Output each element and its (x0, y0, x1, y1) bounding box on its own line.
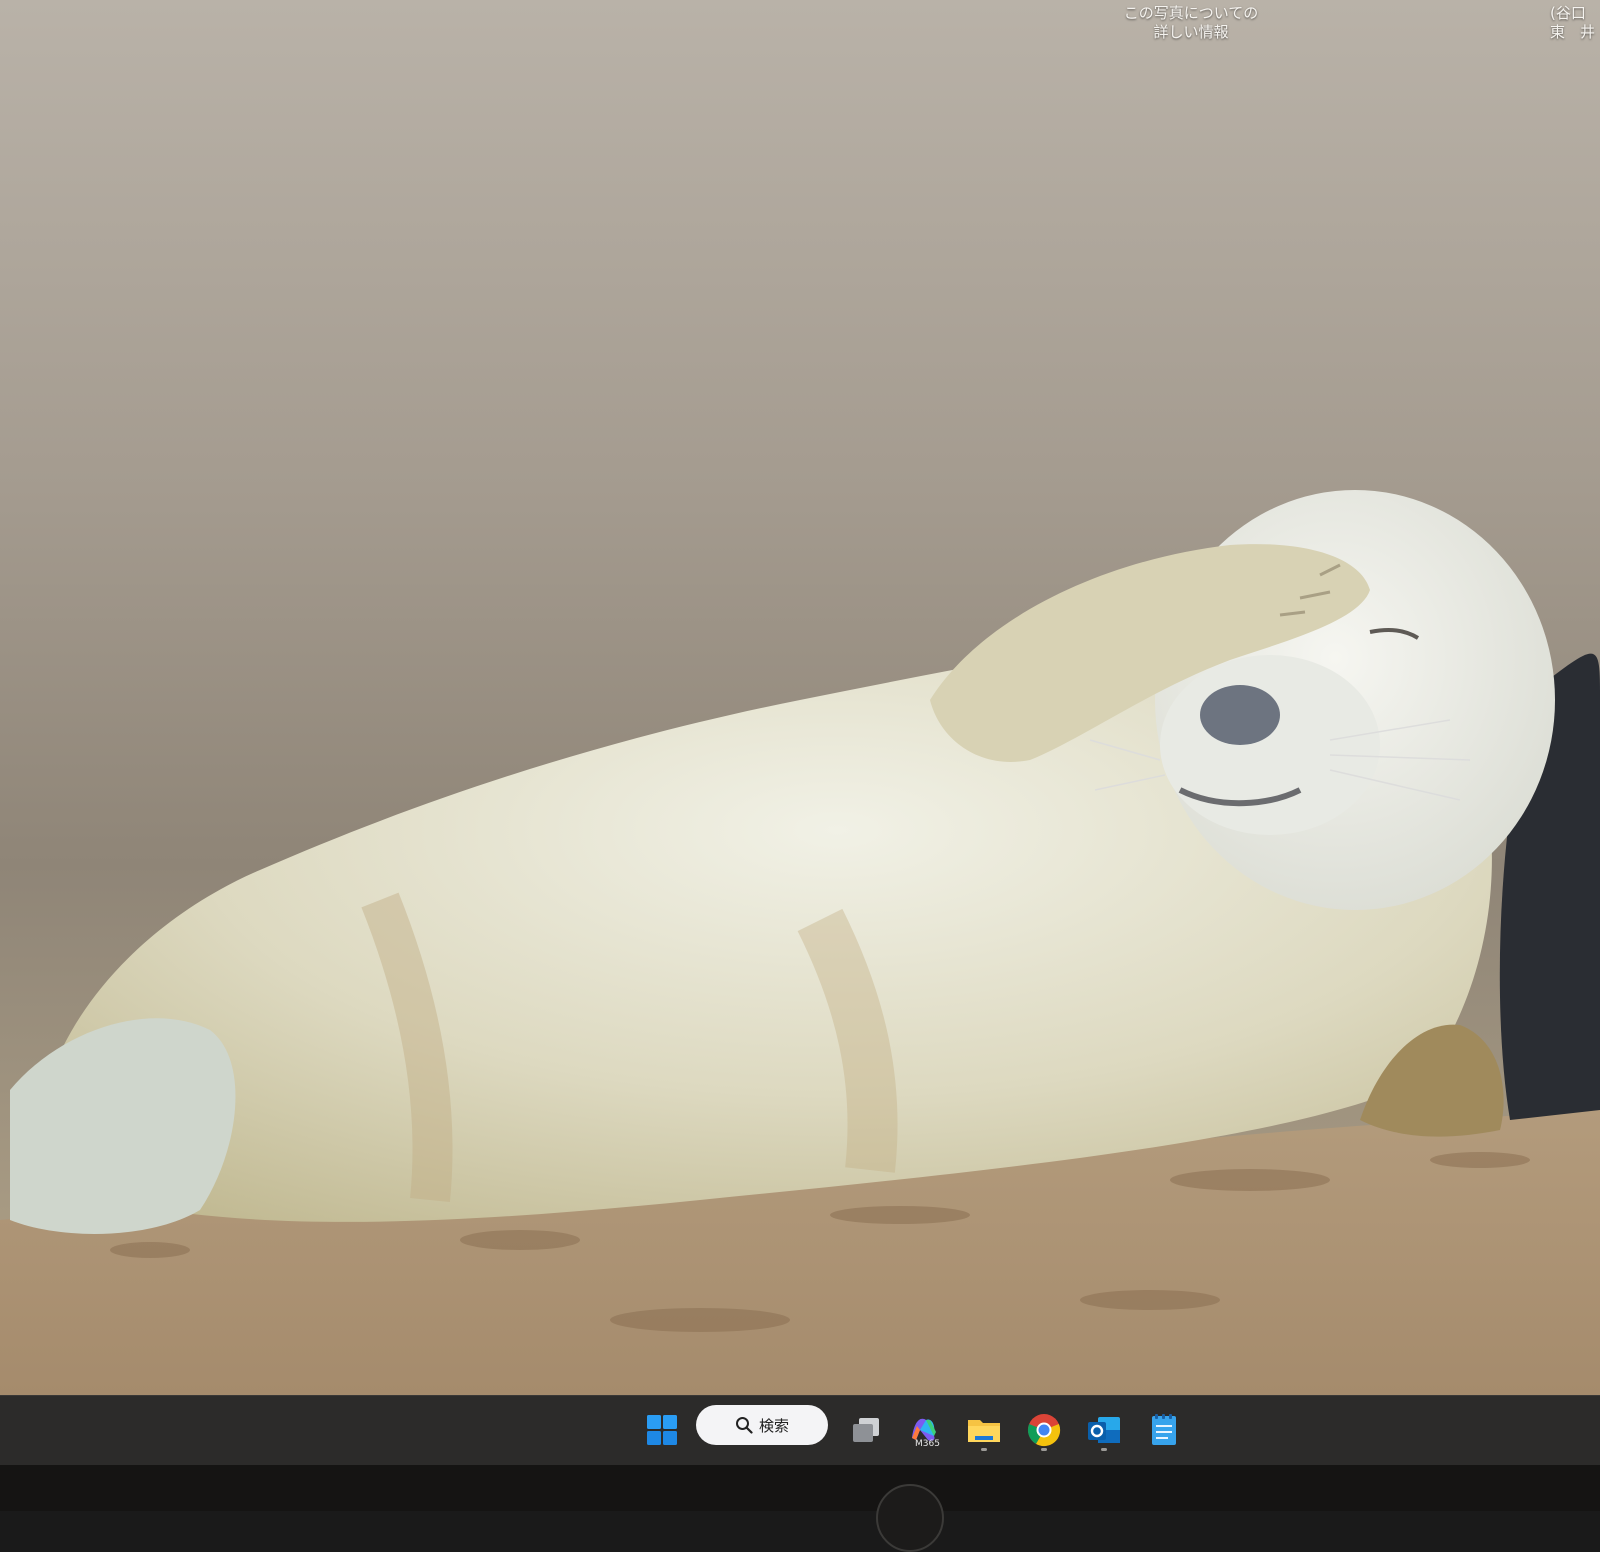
search-label: 検索 (758, 1416, 789, 1435)
m365-label: M365 (915, 1439, 940, 1449)
windows-start-icon (647, 1415, 677, 1445)
laptop-bezel (0, 1465, 1600, 1511)
photo-credit-text: (谷口 東 井 (1550, 4, 1596, 41)
outlook-icon (1088, 1417, 1120, 1443)
seal-photo (0, 490, 1600, 1395)
start-button[interactable] (640, 1408, 684, 1452)
hp-logo-icon (876, 1484, 944, 1552)
task-view-icon (853, 1418, 879, 1442)
file-explorer-icon (968, 1420, 1000, 1442)
explorer-running-indicator (981, 1448, 987, 1451)
task-view-button[interactable] (844, 1408, 888, 1452)
chrome-button[interactable] (1022, 1408, 1066, 1452)
outlook-button[interactable] (1082, 1408, 1126, 1452)
notepad-icon (1152, 1414, 1176, 1445)
photo-info-link[interactable]: この写真についての 詳しい情報 (1118, 4, 1264, 42)
microsoft-365-button[interactable]: M365 (902, 1408, 946, 1452)
chrome-icon (1027, 1414, 1061, 1447)
outlook-running-indicator (1101, 1448, 1107, 1451)
chrome-running-indicator (1041, 1448, 1047, 1451)
desktop-wallpaper: この写真についての 詳しい情報 (谷口 東 井 (0, 0, 1600, 1395)
search-icon (735, 1417, 753, 1434)
notepad-button[interactable] (1142, 1408, 1186, 1452)
taskbar-search-box[interactable]: 検索 (696, 1405, 828, 1445)
file-explorer-button[interactable] (962, 1408, 1006, 1452)
